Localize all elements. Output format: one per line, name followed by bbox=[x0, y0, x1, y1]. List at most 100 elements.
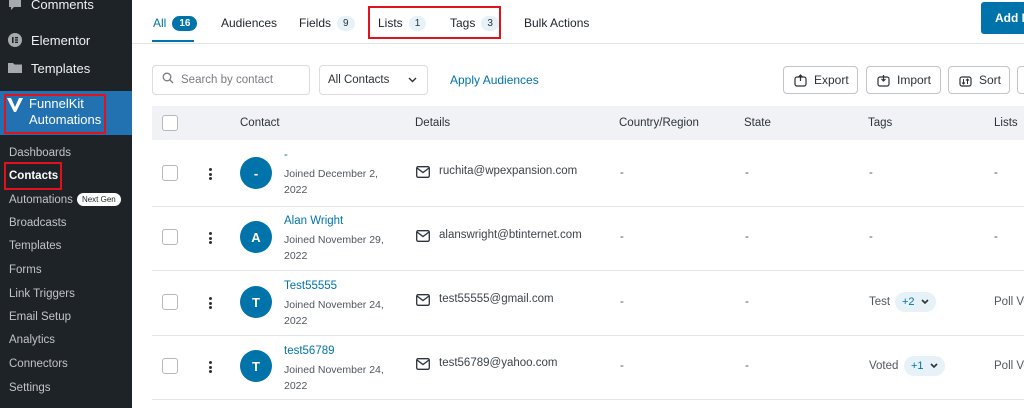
button-label: Import bbox=[897, 73, 932, 87]
submenu-label: Automations bbox=[9, 194, 73, 206]
add-contact-button[interactable]: Add N bbox=[981, 2, 1024, 34]
contact-name[interactable]: test56789 bbox=[284, 345, 335, 357]
table-header bbox=[152, 106, 1024, 140]
lists-value: Poll Vo bbox=[994, 360, 1024, 372]
contact-name[interactable]: Alan Wright bbox=[284, 215, 343, 227]
joined-date: Joined November 29, 2022 bbox=[284, 234, 384, 262]
state-value: - bbox=[745, 360, 749, 372]
country-value: - bbox=[620, 167, 624, 179]
lists-value: - bbox=[994, 167, 998, 179]
more-tags-toggle[interactable]: +1 bbox=[904, 356, 945, 376]
submenu-link-triggers[interactable]: Link Triggers bbox=[9, 286, 75, 302]
row-checkbox[interactable] bbox=[162, 165, 178, 181]
admin-sidebar: Comments Elementor Templates FunnelKit A… bbox=[0, 0, 132, 408]
row-actions-menu-icon[interactable] bbox=[204, 230, 216, 246]
country-value: - bbox=[620, 360, 624, 372]
chevron-down-icon bbox=[408, 74, 417, 86]
state-value: - bbox=[745, 231, 749, 243]
state-value: - bbox=[745, 296, 749, 308]
row-actions-menu-icon[interactable] bbox=[204, 166, 216, 182]
sort-icon bbox=[959, 74, 972, 87]
column-header-contact[interactable]: Contact bbox=[240, 117, 280, 129]
sidebar-item-label: Templates bbox=[31, 60, 91, 76]
contact-name[interactable]: - bbox=[284, 149, 288, 161]
import-button[interactable]: Import bbox=[866, 66, 941, 94]
next-gen-badge: Next Gen bbox=[76, 193, 121, 207]
row-divider bbox=[152, 206, 1024, 207]
row-checkbox[interactable] bbox=[162, 229, 178, 245]
row-divider bbox=[152, 399, 1024, 400]
audience-filter-select[interactable]: All Contacts bbox=[319, 65, 428, 95]
tab-all[interactable]: All 16 bbox=[153, 14, 198, 32]
submenu-templates[interactable]: Templates bbox=[9, 238, 61, 254]
tab-bulk-actions[interactable]: Bulk Actions bbox=[524, 14, 589, 32]
tags-value: Voted bbox=[869, 360, 899, 372]
more-tags-count: +2 bbox=[902, 296, 915, 308]
apply-audiences-link[interactable]: Apply Audiences bbox=[450, 73, 539, 87]
avatar: A bbox=[240, 221, 272, 253]
tab-label: Audiences bbox=[221, 16, 278, 30]
joined-date: Joined December 2, 2022 bbox=[284, 168, 378, 196]
search-box[interactable] bbox=[152, 65, 310, 95]
submenu-broadcasts[interactable]: Broadcasts bbox=[9, 215, 67, 231]
button-label: Export bbox=[814, 73, 849, 87]
contact-email: test56789@yahoo.com bbox=[439, 357, 558, 369]
sidebar-item-comments[interactable]: Comments bbox=[0, 0, 132, 17]
avatar: T bbox=[240, 286, 272, 318]
envelope-icon bbox=[416, 166, 430, 178]
divider bbox=[132, 43, 1024, 44]
select-all-checkbox[interactable] bbox=[162, 115, 178, 131]
sidebar-item-elementor[interactable]: Elementor bbox=[0, 27, 132, 53]
column-header-lists[interactable]: Lists bbox=[994, 117, 1018, 129]
envelope-icon bbox=[416, 294, 430, 306]
tab-audiences[interactable]: Audiences bbox=[221, 14, 277, 32]
column-header-details[interactable]: Details bbox=[415, 117, 450, 129]
search-input[interactable] bbox=[181, 74, 301, 86]
row-actions-menu-icon[interactable] bbox=[204, 295, 216, 311]
tab-label: Bulk Actions bbox=[524, 16, 590, 30]
contact-email: ruchita@wpexpansion.com bbox=[439, 165, 578, 177]
joined-date: Joined November 24, 2022 bbox=[284, 299, 384, 327]
more-options-button[interactable] bbox=[1017, 66, 1024, 94]
column-header-state[interactable]: State bbox=[744, 117, 771, 129]
chevron-down-icon bbox=[920, 299, 929, 305]
lists-value: Poll Vo bbox=[994, 296, 1024, 308]
contact-email: test55555@gmail.com bbox=[439, 293, 554, 305]
export-button[interactable]: Export bbox=[783, 66, 858, 94]
row-actions-menu-icon[interactable] bbox=[204, 359, 216, 375]
joined-date: Joined November 24, 2022 bbox=[284, 364, 384, 392]
highlight-box bbox=[4, 94, 106, 134]
sort-button[interactable]: Sort bbox=[948, 66, 1010, 94]
import-icon bbox=[877, 74, 890, 87]
submenu-settings[interactable]: Settings bbox=[9, 380, 51, 396]
submenu-automations[interactable]: Automations Next Gen bbox=[9, 192, 121, 208]
button-label: Sort bbox=[979, 73, 1002, 87]
column-header-country[interactable]: Country/Region bbox=[619, 117, 699, 129]
contact-email: alanswright@btinternet.com bbox=[439, 229, 582, 241]
sidebar-item-templates[interactable]: Templates bbox=[0, 55, 132, 81]
folder-icon bbox=[7, 60, 23, 76]
sidebar-item-funnelkit[interactable]: FunnelKit Automations bbox=[0, 91, 132, 135]
submenu-email-setup[interactable]: Email Setup bbox=[9, 309, 71, 325]
submenu-dashboards[interactable]: Dashboards bbox=[9, 145, 71, 161]
submenu-connectors[interactable]: Connectors bbox=[9, 356, 68, 372]
highlight-box bbox=[4, 162, 62, 190]
comment-icon bbox=[7, 0, 23, 12]
elementor-icon bbox=[7, 32, 23, 48]
avatar: T bbox=[240, 350, 272, 382]
row-divider bbox=[152, 270, 1024, 271]
avatar: - bbox=[240, 157, 272, 189]
tab-fields[interactable]: Fields 9 bbox=[299, 14, 355, 32]
select-value: All Contacts bbox=[328, 74, 390, 86]
submenu-analytics[interactable]: Analytics bbox=[9, 332, 55, 348]
tab-count: 16 bbox=[172, 15, 198, 31]
active-tab-indicator bbox=[152, 40, 194, 42]
state-value: - bbox=[745, 167, 749, 179]
more-tags-toggle[interactable]: +2 bbox=[895, 292, 936, 312]
row-checkbox[interactable] bbox=[162, 358, 178, 374]
column-header-tags[interactable]: Tags bbox=[868, 117, 892, 129]
submenu-forms[interactable]: Forms bbox=[9, 262, 42, 278]
tags-value: - bbox=[869, 167, 873, 179]
row-checkbox[interactable] bbox=[162, 294, 178, 310]
contact-name[interactable]: Test55555 bbox=[284, 280, 337, 292]
